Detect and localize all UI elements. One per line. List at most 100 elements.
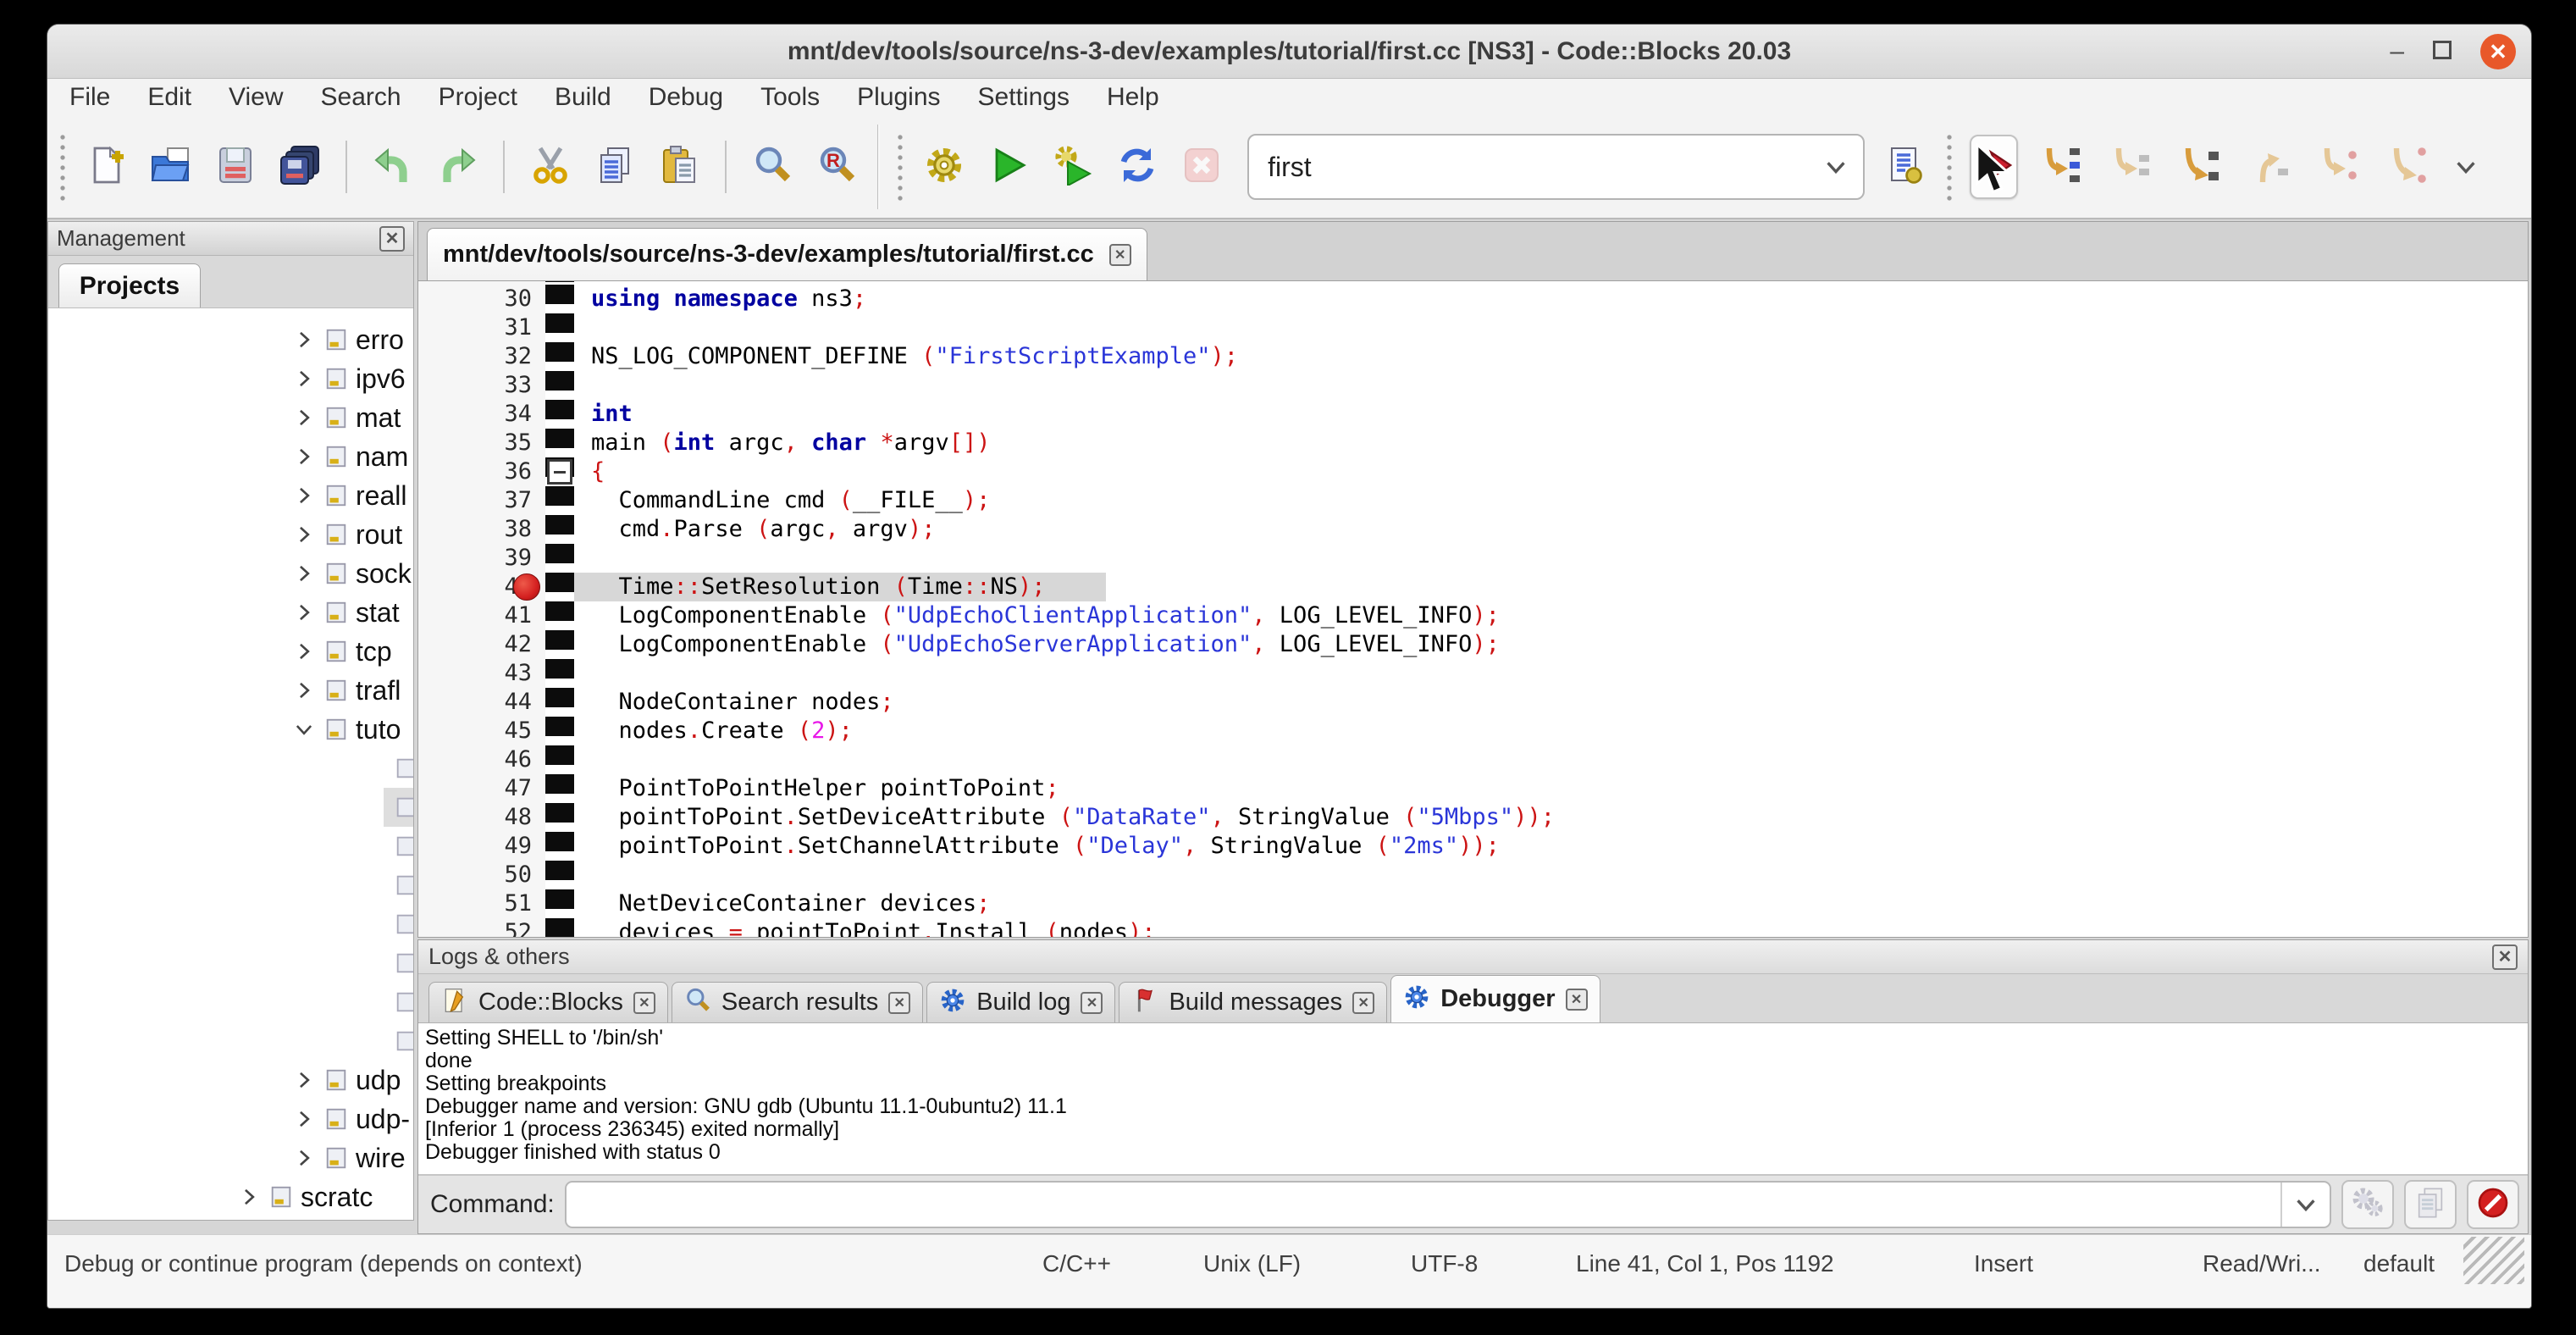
code-line-51[interactable]: NetDeviceContainer devices; — [591, 889, 2528, 918]
debugger-toolbar-grip[interactable] — [1944, 131, 1954, 202]
build-target-input[interactable] — [1249, 152, 1809, 183]
chevron-right-icon[interactable] — [290, 364, 318, 393]
debug-continue-button[interactable] — [1970, 135, 2018, 199]
menu-settings[interactable]: Settings — [978, 83, 1070, 112]
chevron-right-icon[interactable] — [290, 1144, 318, 1172]
tab-close-icon[interactable]: ✕ — [633, 992, 655, 1014]
tree-item-rout[interactable]: rout — [48, 515, 413, 554]
build-target-combobox[interactable] — [1247, 134, 1865, 200]
tree-item-he[interactable]: he — [48, 866, 413, 905]
code-line-42[interactable]: LogComponentEnable ("UdpEchoServerApplic… — [591, 630, 2528, 659]
titlebar[interactable]: mnt/dev/tools/source/ns-3-dev/examples/t… — [47, 25, 2531, 79]
run-to-cursor-button[interactable] — [2038, 141, 2084, 192]
chevron-down-icon[interactable] — [290, 715, 318, 744]
save-button[interactable] — [213, 141, 258, 192]
tree-item-stat[interactable]: stat — [48, 593, 413, 632]
chevron-right-icon[interactable] — [290, 676, 318, 705]
build-button[interactable] — [921, 141, 967, 192]
command-dropdown[interactable] — [2280, 1183, 2330, 1227]
tree-item-tcp[interactable]: tcp — [48, 632, 413, 671]
menu-help[interactable]: Help — [1107, 83, 1159, 112]
step-into-button[interactable] — [2177, 141, 2223, 192]
save-all-button[interactable] — [277, 141, 323, 192]
chevron-right-icon[interactable] — [290, 481, 318, 510]
abort-build-button[interactable] — [1179, 141, 1224, 192]
management-close-icon[interactable]: ✕ — [379, 226, 405, 252]
code-lines[interactable]: using namespace ns3;NS_LOG_COMPONENT_DEF… — [574, 285, 2528, 937]
tree-item-src[interactable]: src — [48, 1216, 413, 1220]
tree-item-mat[interactable]: mat — [48, 398, 413, 437]
fold-collapse-icon[interactable] — [547, 459, 572, 485]
breakpoint-marker[interactable] — [513, 573, 540, 601]
tree-item-fir-selected[interactable]: fir — [48, 788, 413, 827]
code-line-32[interactable]: NS_LOG_COMPONENT_DEFINE ("FirstScriptExa… — [591, 342, 2528, 371]
redo-button[interactable] — [434, 141, 480, 192]
code-line-38[interactable]: cmd.Parse (argc, argv); — [591, 515, 2528, 544]
chevron-right-icon[interactable] — [290, 325, 318, 354]
tree-item-erro[interactable]: erro — [48, 320, 413, 359]
logs-tab-search-results[interactable]: Search results✕ — [672, 982, 923, 1022]
code-line-40[interactable]: Time::SetResolution (Time::NS); — [591, 573, 2528, 601]
editor-tab-close-icon[interactable]: ✕ — [1109, 244, 1131, 266]
find-button[interactable] — [749, 141, 795, 192]
tree-item-scratc[interactable]: scratc — [48, 1177, 413, 1216]
menu-plugins[interactable]: Plugins — [857, 83, 940, 112]
build-and-run-button[interactable] — [1050, 141, 1096, 192]
code-line-49[interactable]: pointToPoint.SetChannelAttribute ("Delay… — [591, 832, 2528, 861]
rebuild-button[interactable] — [1114, 141, 1160, 192]
logs-tab-build-log[interactable]: Build log✕ — [926, 982, 1115, 1022]
tab-close-icon[interactable]: ✕ — [1566, 989, 1588, 1011]
code-line-41[interactable]: LogComponentEnable ("UdpEchoClientApplic… — [591, 601, 2528, 630]
command-combobox[interactable] — [565, 1181, 2331, 1228]
stop-debugger-button[interactable] — [2467, 1180, 2519, 1229]
resize-grip[interactable] — [2463, 1237, 2524, 1284]
fold-margin[interactable] — [545, 281, 574, 937]
cut-button[interactable] — [528, 141, 573, 192]
code-line-36[interactable]: { — [591, 457, 2528, 486]
code-line-33[interactable] — [591, 371, 2528, 400]
code-line-37[interactable]: CommandLine cmd (__FILE__); — [591, 486, 2528, 515]
tree-item-udp[interactable]: udp — [48, 1061, 413, 1100]
toolbar-overflow-chevron[interactable] — [2443, 116, 2489, 218]
copy-log-button[interactable] — [2404, 1180, 2457, 1229]
tab-close-icon[interactable]: ✕ — [888, 992, 910, 1014]
code-line-50[interactable] — [591, 861, 2528, 889]
find-replace-button[interactable]: R — [814, 141, 860, 192]
chevron-right-icon[interactable] — [290, 559, 318, 588]
chevron-right-icon[interactable] — [290, 520, 318, 549]
tab-projects[interactable]: Projects — [58, 263, 201, 307]
tree-item-wire[interactable]: wire — [48, 1138, 413, 1177]
step-into-instruction-button[interactable] — [2385, 141, 2431, 192]
menu-tools[interactable]: Tools — [760, 83, 820, 112]
tree-item-se[interactable]: se — [48, 905, 413, 944]
chevron-right-icon[interactable] — [290, 1105, 318, 1133]
logs-tab-build-messages[interactable]: Build messages✕ — [1119, 982, 1387, 1022]
paste-button[interactable] — [656, 141, 702, 192]
undo-button[interactable] — [370, 141, 416, 192]
chevron-right-icon[interactable] — [235, 1183, 263, 1211]
code-line-34[interactable]: int — [591, 400, 2528, 429]
code-line-47[interactable]: PointToPointHelper pointToPoint; — [591, 774, 2528, 803]
menu-project[interactable]: Project — [439, 83, 517, 112]
tree-item-si[interactable]: si — [48, 983, 413, 1022]
menu-edit[interactable]: Edit — [147, 83, 191, 112]
tree-item-udp-[interactable]: udp- — [48, 1100, 413, 1138]
chevron-right-icon[interactable] — [290, 1066, 318, 1094]
tree-item-ipv6[interactable]: ipv6 — [48, 359, 413, 398]
editor-tab-first-cc[interactable]: mnt/dev/tools/source/ns-3-dev/examples/t… — [427, 228, 1147, 280]
debugger-settings-button[interactable] — [2341, 1180, 2394, 1229]
logs-close-icon[interactable]: ✕ — [2492, 944, 2518, 970]
tree-item-nam[interactable]: nam — [48, 437, 413, 476]
build-target-dropdown[interactable] — [1809, 136, 1863, 198]
tab-close-icon[interactable]: ✕ — [1081, 992, 1103, 1014]
tree-item-fo[interactable]: fo — [48, 827, 413, 866]
close-button[interactable]: ✕ — [2480, 34, 2516, 69]
code-line-48[interactable]: pointToPoint.SetDeviceAttribute ("DataRa… — [591, 803, 2528, 832]
code-line-46[interactable] — [591, 745, 2528, 774]
next-line-button[interactable] — [2108, 141, 2153, 192]
maximize-button[interactable] — [2433, 39, 2452, 64]
project-tree[interactable]: erroipv6matnamreallroutsockstattcptraflt… — [48, 308, 413, 1220]
code-line-35[interactable]: main (int argc, char *argv[]) — [591, 429, 2528, 457]
step-out-button[interactable] — [2247, 141, 2292, 192]
menu-build[interactable]: Build — [555, 83, 611, 112]
